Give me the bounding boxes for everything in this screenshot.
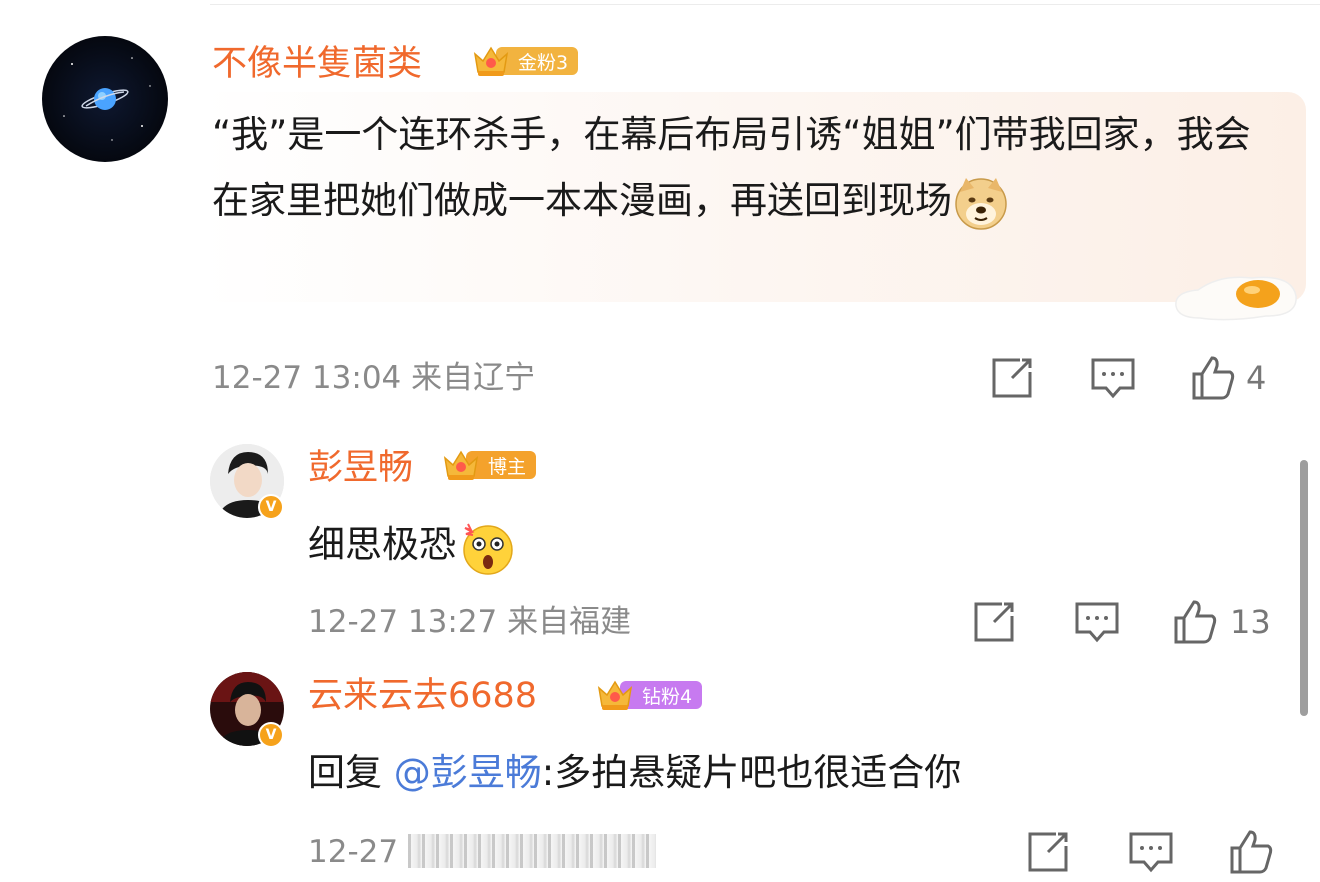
comment-meta: 12-27 (308, 832, 398, 872)
like-icon (1174, 600, 1217, 644)
share-button[interactable] (1026, 830, 1070, 874)
like-icon (1230, 830, 1273, 874)
like-button[interactable]: 4 (1190, 354, 1266, 402)
share-button[interactable] (972, 600, 1016, 644)
comment-meta: 12-27 13:27 来自福建 (308, 602, 631, 642)
location: 来自辽宁 (411, 360, 536, 396)
share-icon (974, 602, 1014, 642)
comment-button[interactable] (1090, 356, 1136, 400)
comment-icon (1091, 358, 1135, 399)
like-count: 4 (1246, 359, 1267, 397)
crown-icon (597, 680, 633, 710)
doge-emoji (955, 177, 1007, 230)
avatar[interactable] (42, 36, 168, 162)
obscured-region (408, 834, 656, 868)
scrollbar[interactable] (1300, 460, 1308, 716)
fan-badge[interactable]: 钻粉4 (596, 680, 703, 710)
like-icon (1192, 356, 1235, 400)
share-icon (1028, 832, 1068, 872)
timestamp: 12-27 (308, 834, 399, 870)
like-button[interactable] (1228, 828, 1276, 876)
comment-text: “我”是一个连环杀手，在幕后布局引诱“姐姐”们带我回家，我会在家里把她们做成一本… (212, 102, 1272, 234)
share-button[interactable] (990, 356, 1034, 400)
username[interactable]: 云来云去6688 (308, 674, 537, 718)
username[interactable]: 彭昱畅 (308, 446, 413, 490)
crown-icon (443, 450, 479, 480)
verified-icon: V (258, 494, 284, 520)
verified-icon: V (258, 722, 284, 748)
fried-egg-sticker (1175, 276, 1297, 321)
comment-meta: 12-27 13:04 来自辽宁 (212, 358, 535, 398)
location: 来自福建 (507, 604, 632, 640)
shocked-emoji (463, 523, 513, 575)
comment-text: 细思极恐 (308, 512, 518, 578)
fan-badge[interactable]: 金粉3 (472, 46, 579, 76)
timestamp: 12-27 13:04 (212, 360, 402, 396)
fan-badge[interactable]: 博主 (442, 450, 537, 480)
divider (210, 4, 1320, 5)
comment-icon (1129, 832, 1173, 873)
comment-text: 回复 @彭昱畅:多拍悬疑片吧也很适合你 (308, 751, 962, 794)
username[interactable]: 不像半隻菌类 (212, 42, 422, 86)
like-button[interactable]: 13 (1172, 598, 1271, 646)
comment-button[interactable] (1128, 830, 1174, 874)
reply-prefix: 回复 (308, 751, 382, 794)
comment-icon (1075, 602, 1119, 643)
mention-link[interactable]: @彭昱畅 (394, 751, 542, 794)
crown-icon (473, 46, 509, 76)
comment-button[interactable] (1074, 600, 1120, 644)
like-count: 13 (1230, 603, 1271, 641)
timestamp: 12-27 13:27 (308, 604, 498, 640)
share-icon (992, 358, 1032, 398)
